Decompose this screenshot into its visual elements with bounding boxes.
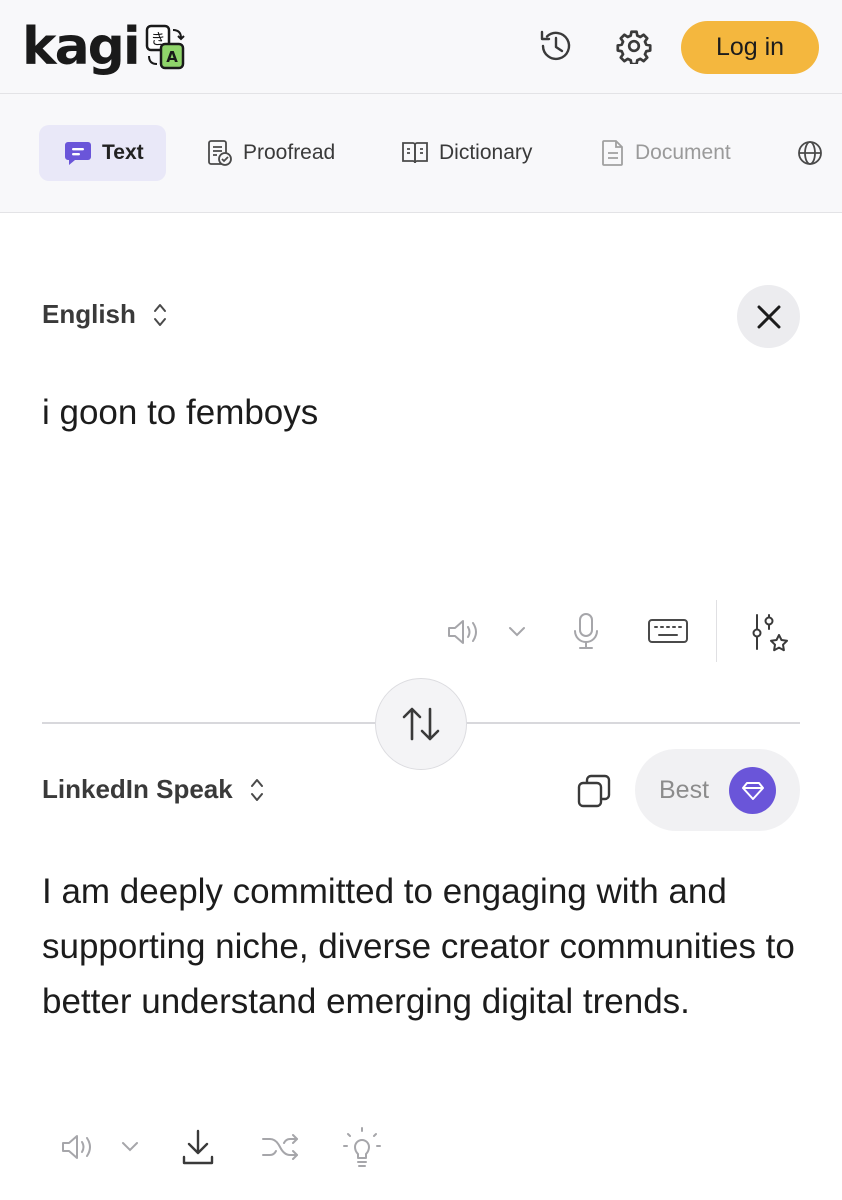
mode-tabs: Text Proofread Dictionary Document (0, 94, 842, 213)
proofread-icon (208, 140, 232, 166)
tab-dictionary-label: Dictionary (439, 141, 533, 164)
chevron-updown-icon (250, 778, 263, 801)
gear-icon[interactable] (612, 24, 656, 68)
microphone-icon[interactable] (566, 606, 606, 656)
target-language-label: LinkedIn Speak (42, 774, 233, 804)
speaker-icon[interactable] (442, 612, 484, 652)
swap-languages-button[interactable] (375, 678, 467, 770)
tab-website-partial[interactable] (796, 125, 834, 181)
section-divider-left (42, 722, 376, 724)
chat-bubble-icon (65, 142, 91, 165)
speaker-icon[interactable] (56, 1127, 98, 1167)
settings-sliders-icon[interactable] (746, 608, 792, 656)
close-icon (757, 305, 780, 328)
book-icon (402, 142, 428, 164)
source-text-input[interactable]: i goon to femboys (42, 393, 318, 433)
tab-proofread-label: Proofread (243, 141, 336, 164)
login-button[interactable]: Log in (681, 21, 819, 74)
keyboard-icon[interactable] (644, 614, 692, 648)
gem-icon (729, 767, 776, 814)
voice-chevron-down-icon[interactable] (503, 620, 531, 644)
history-icon[interactable] (534, 24, 578, 68)
swap-arrows-icon (402, 707, 440, 741)
section-divider-right (466, 722, 800, 724)
document-icon (602, 140, 623, 166)
kagi-logo[interactable]: kagi き A (22, 14, 187, 80)
target-language-select[interactable]: LinkedIn Speak (42, 774, 265, 805)
download-icon[interactable] (177, 1124, 219, 1170)
chevron-updown-icon (153, 303, 166, 326)
source-language-label: English (42, 299, 136, 329)
tab-dictionary[interactable]: Dictionary (401, 125, 532, 181)
svg-text:A: A (166, 48, 178, 66)
shuffle-icon[interactable] (258, 1128, 302, 1166)
source-language-select[interactable]: English (42, 299, 168, 330)
tab-proofread[interactable]: Proofread (207, 125, 335, 181)
toolbar-divider (716, 600, 717, 662)
logo-text: kagi (22, 17, 141, 77)
tab-document-label: Document (635, 141, 731, 164)
translation-output: I am deeply committed to engaging with a… (42, 872, 795, 1021)
clear-button[interactable] (737, 285, 800, 348)
output-voice-chevron-down-icon[interactable] (116, 1135, 144, 1159)
app-header: kagi き A Log in (0, 0, 842, 94)
tab-document[interactable]: Document (601, 125, 731, 181)
quality-label: Best (659, 775, 710, 804)
quality-selector[interactable]: Best (635, 749, 800, 831)
globe-icon (798, 141, 822, 165)
tab-text-label: Text (102, 141, 144, 164)
lightbulb-icon[interactable] (340, 1124, 384, 1170)
copy-icon[interactable] (572, 769, 616, 813)
translate-badge-icon: き A (145, 24, 187, 70)
tab-text[interactable]: Text (39, 125, 166, 181)
